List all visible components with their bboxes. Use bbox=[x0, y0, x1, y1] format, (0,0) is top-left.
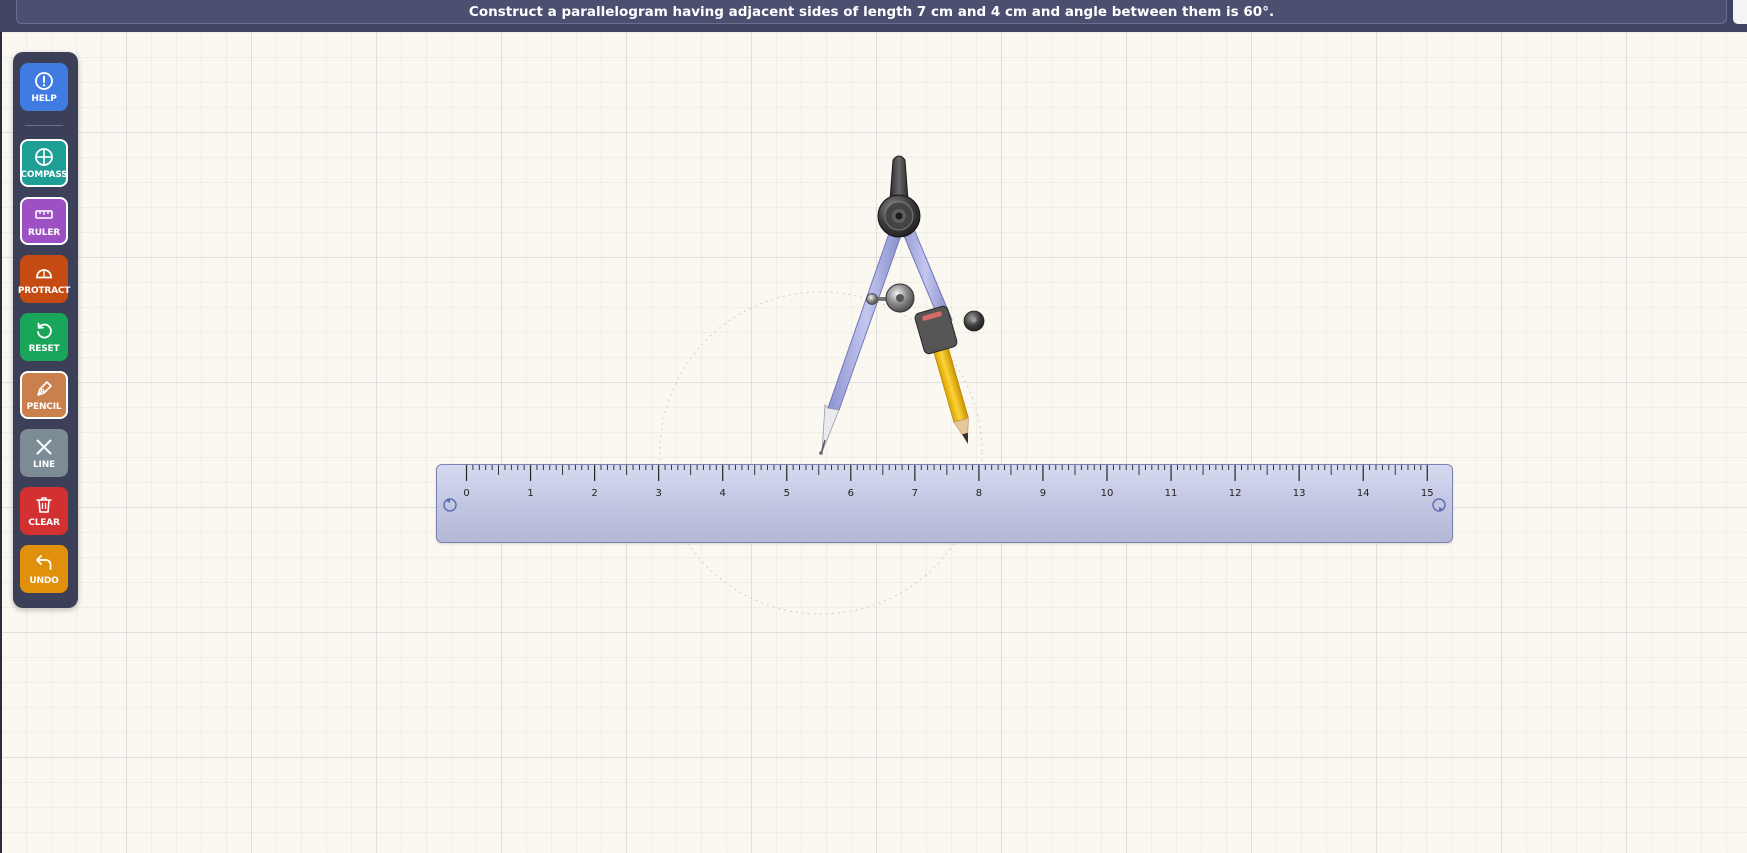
ruler-label-3: 3 bbox=[655, 488, 661, 499]
ruler-label-15: 15 bbox=[1421, 488, 1434, 499]
ruler-label-6: 6 bbox=[848, 488, 854, 499]
ruler-label-1: 1 bbox=[527, 488, 533, 499]
ruler-label-12: 12 bbox=[1229, 488, 1242, 499]
ruler-label-5: 5 bbox=[784, 488, 790, 499]
ruler-scale: 0 1 2 3 4 5 6 7 8 9 10 11 12 13 14 15 bbox=[443, 465, 1446, 512]
ruler-label-2: 2 bbox=[591, 488, 597, 499]
ruler-tool[interactable]: 0 1 2 3 4 5 6 7 8 9 10 11 12 13 14 15 bbox=[436, 464, 1453, 543]
rotate-handle-left[interactable] bbox=[443, 498, 457, 512]
rotate-handle-right[interactable] bbox=[1432, 498, 1446, 512]
ruler-label-8: 8 bbox=[976, 488, 982, 499]
construction-layer bbox=[659, 291, 983, 615]
ruler-label-4: 4 bbox=[720, 488, 726, 499]
ruler-label-14: 14 bbox=[1357, 488, 1370, 499]
ruler-label-13: 13 bbox=[1293, 488, 1306, 499]
ruler-label-9: 9 bbox=[1040, 488, 1046, 499]
ruler-label-10: 10 bbox=[1101, 488, 1114, 499]
ruler-label-11: 11 bbox=[1165, 488, 1178, 499]
compass-guide-circle bbox=[659, 291, 983, 615]
ruler-label-7: 7 bbox=[912, 488, 918, 499]
ruler-label-0: 0 bbox=[463, 488, 469, 499]
construction-stage: 0 1 2 3 4 5 6 7 8 9 10 11 12 13 14 15 bbox=[0, 0, 1747, 853]
